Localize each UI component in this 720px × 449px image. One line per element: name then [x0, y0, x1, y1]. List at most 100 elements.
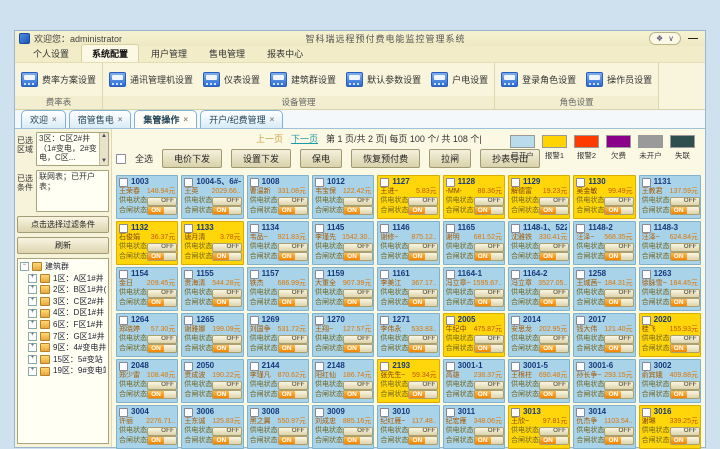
tree-item-6[interactable]: +9区：4#变电井（4#变... [20, 342, 106, 354]
tree-item-2[interactable]: +3区：C区2#井（1#变... [20, 296, 106, 308]
meter-card[interactable]: 2193张先生~59.34元供电状态OFF合闸状态ON [377, 359, 439, 403]
meter-card[interactable]: 1133唐月清3.78元供电状态OFF合闸状态ON [181, 221, 243, 265]
meter-checkbox[interactable] [642, 270, 651, 279]
meter-checkbox[interactable] [184, 408, 193, 417]
meter-card[interactable]: 3014仇杰争1103.54..供电状态OFF合闸状态ON [573, 405, 635, 449]
meter-checkbox[interactable] [511, 178, 520, 187]
meter-card[interactable]: 1128-MM-88.36元供电状态OFF合闸状态ON [443, 175, 505, 219]
meter-checkbox[interactable] [446, 224, 455, 233]
skin-switcher[interactable]: ❖ ∨ [649, 32, 681, 45]
switch-toggle[interactable]: ON [474, 390, 504, 399]
supply-toggle[interactable]: OFF [539, 335, 569, 344]
meter-card[interactable]: 2048郑少雷108.48元供电状态OFF合闸状态ON [116, 359, 178, 403]
switch-toggle[interactable]: ON [670, 390, 700, 399]
ribbon-button-2-0[interactable]: 登录角色设置 [501, 72, 576, 87]
choose-filter-button[interactable]: 点击选择过滤条件 [17, 216, 109, 233]
switch-toggle[interactable]: ON [278, 390, 308, 399]
meter-checkbox[interactable] [315, 270, 324, 279]
meter-card[interactable]: 3001-1高雄238.37元供电状态OFF合闸状态ON [443, 359, 505, 403]
meter-card[interactable]: 2050贵成波190.22元供电状态OFF合闸状态ON [181, 359, 243, 403]
tree-item-5[interactable]: +7区：G区1#井 [20, 331, 106, 343]
switch-toggle[interactable]: ON [539, 298, 569, 307]
meter-card[interactable]: 3016谢琳339.25元供电状态OFF合闸状态ON [639, 405, 701, 449]
supply-toggle[interactable]: OFF [343, 381, 373, 390]
meter-card[interactable]: 1155贵海清544.28元供电状态OFF合闸状态ON [181, 267, 243, 311]
meter-card[interactable]: 1148-1、522沈雅铁330.41元供电状态OFF合闸状态ON [508, 221, 570, 265]
supply-toggle[interactable]: OFF [278, 289, 308, 298]
supply-toggle[interactable]: OFF [670, 289, 700, 298]
supply-toggle[interactable]: OFF [474, 243, 504, 252]
toolbar-button-4[interactable]: 拉闸 [429, 149, 471, 168]
tab-3[interactable]: 开户/纪费管理× [200, 110, 283, 128]
supply-toggle[interactable]: OFF [539, 243, 569, 252]
meter-checkbox[interactable] [380, 408, 389, 417]
supply-toggle[interactable]: OFF [408, 197, 438, 206]
tree-item-1[interactable]: +2区：B区1#井(B区1#... [20, 284, 106, 296]
meter-checkbox[interactable] [184, 316, 193, 325]
meter-card[interactable]: 2005牛纪中475.87元供电状态OFF合闸状态ON [443, 313, 505, 357]
switch-toggle[interactable]: ON [670, 436, 700, 445]
supply-toggle[interactable]: OFF [147, 427, 177, 436]
toolbar-button-1[interactable]: 设置下发 [231, 149, 291, 168]
meter-card[interactable]: 1012韦宝保122.42元供电状态OFF合闸状态ON [312, 175, 374, 219]
meter-card[interactable]: 3001-6孙长争~293.15元供电状态OFF合闸状态ON [573, 359, 635, 403]
meter-card[interactable]: 1159大重全907.39元供电状态OFF合闸状态ON [312, 267, 374, 311]
meter-checkbox[interactable] [642, 362, 651, 371]
switch-toggle[interactable]: ON [343, 252, 373, 261]
meter-card[interactable]: 2020桂飞155.93元供电状态OFF合闸状态ON [639, 313, 701, 357]
expand-icon[interactable]: + [28, 332, 37, 341]
meter-card[interactable]: 1134韦品~921.83元供电状态OFF合闸状态ON [247, 221, 309, 265]
supply-toggle[interactable]: OFF [212, 335, 242, 344]
meter-checkbox[interactable] [315, 316, 324, 325]
close-icon[interactable]: × [52, 115, 57, 124]
expand-icon[interactable]: + [28, 285, 37, 294]
ribbon-button-1-0[interactable]: 通讯管理机设置 [109, 72, 193, 87]
meter-checkbox[interactable] [446, 178, 455, 187]
switch-toggle[interactable]: ON [474, 252, 504, 261]
switch-toggle[interactable]: ON [147, 252, 177, 261]
supply-toggle[interactable]: OFF [670, 381, 700, 390]
meter-checkbox[interactable] [380, 316, 389, 325]
supply-toggle[interactable]: OFF [670, 197, 700, 206]
meter-checkbox[interactable] [315, 362, 324, 371]
supply-toggle[interactable]: OFF [474, 427, 504, 436]
meter-checkbox[interactable] [380, 362, 389, 371]
meter-checkbox[interactable] [446, 362, 455, 371]
expand-icon[interactable]: + [28, 309, 37, 318]
meter-checkbox[interactable] [642, 316, 651, 325]
switch-toggle[interactable]: ON [278, 252, 308, 261]
supply-toggle[interactable]: OFF [278, 197, 308, 206]
meter-checkbox[interactable] [184, 362, 193, 371]
supply-toggle[interactable]: OFF [212, 243, 242, 252]
supply-toggle[interactable]: OFF [604, 243, 634, 252]
meter-checkbox[interactable] [576, 362, 585, 371]
switch-toggle[interactable]: ON [147, 436, 177, 445]
ribbon-button-2-1[interactable]: 操作员设置 [586, 72, 652, 87]
tree-item-4[interactable]: +6区：F区1#井（F区1#... [20, 319, 106, 331]
supply-toggle[interactable]: OFF [278, 381, 308, 390]
supply-toggle[interactable]: OFF [474, 381, 504, 390]
switch-toggle[interactable]: ON [670, 252, 700, 261]
switch-toggle[interactable]: ON [212, 252, 242, 261]
switch-toggle[interactable]: ON [604, 436, 634, 445]
ribbon-button-1-1[interactable]: 仪表设置 [203, 72, 260, 87]
tree-item-3[interactable]: +4区：D区1#井（D区1... [20, 307, 106, 319]
switch-toggle[interactable]: ON [670, 206, 700, 215]
close-icon[interactable]: × [183, 115, 188, 124]
meter-checkbox[interactable] [315, 224, 324, 233]
meter-checkbox[interactable] [380, 270, 389, 279]
tree-item-8[interactable]: +19区：9#变电站（2#... [20, 365, 106, 377]
ribbon-button-1-4[interactable]: 户电设置 [431, 72, 488, 87]
tree-root[interactable]: −建筑群 [20, 261, 106, 273]
meter-checkbox[interactable] [250, 362, 259, 371]
meter-checkbox[interactable] [315, 408, 324, 417]
meter-card[interactable]: 1127王进~5.83元供电状态OFF合闸状态ON [377, 175, 439, 219]
expand-icon[interactable]: + [28, 274, 37, 283]
supply-toggle[interactable]: OFF [408, 335, 438, 344]
arrow-up-icon[interactable]: ▲ [101, 133, 107, 140]
meter-checkbox[interactable] [511, 362, 520, 371]
supply-toggle[interactable]: OFF [278, 427, 308, 436]
meter-card[interactable]: 1008曹温新331.08元供电状态OFF合闸状态ON [247, 175, 309, 219]
switch-toggle[interactable]: ON [343, 390, 373, 399]
meter-checkbox[interactable] [511, 408, 520, 417]
